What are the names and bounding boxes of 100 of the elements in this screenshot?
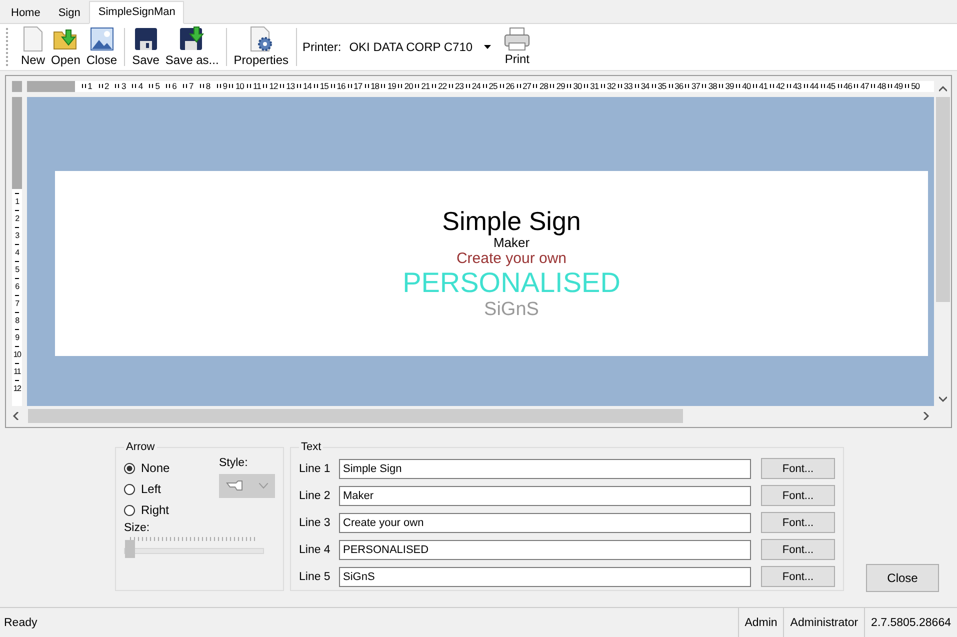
ruler-number: 50: [911, 81, 920, 92]
ruler-number: 11: [252, 81, 261, 92]
ruler-number: 46: [844, 81, 852, 92]
font-button[interactable]: Font...: [761, 458, 835, 480]
ruler-number: 49: [894, 81, 903, 92]
radio-option[interactable]: Left: [124, 482, 170, 496]
ruler-number: 14: [303, 81, 312, 92]
line-label: Line 5: [299, 570, 332, 583]
ruler-number: 21: [421, 81, 430, 92]
ruler-number: 20: [404, 81, 413, 92]
tab[interactable]: Sign: [49, 2, 90, 23]
ruler-number: 32: [607, 81, 616, 92]
ruler-number: 2: [104, 81, 109, 92]
toolbar-button[interactable]: Save as...: [162, 26, 222, 68]
radio-option[interactable]: None: [124, 461, 170, 476]
toolbar-button[interactable]: Open: [48, 26, 84, 68]
line-label: Line 1: [299, 462, 332, 475]
ruler-number: 8: [15, 316, 19, 325]
ruler-number: 10: [13, 350, 21, 359]
status-text: Administrator: [783, 608, 864, 637]
line-label: Line 4: [299, 544, 332, 556]
close-button[interactable]: Close: [866, 564, 939, 592]
toolbar-button[interactable]: Save: [129, 26, 162, 68]
floppy-arrow-icon: [178, 26, 206, 52]
style-label: Style:: [219, 457, 249, 470]
tab[interactable]: Home: [2, 2, 50, 23]
ruler-number: 27: [522, 81, 532, 92]
ruler-number: 30: [573, 81, 582, 92]
sign-text: Simple Sign: [442, 206, 581, 236]
status-text: 2.7.5805.28664: [864, 608, 957, 637]
chevron-down-icon: [258, 483, 268, 490]
ruler-number: 48: [877, 81, 886, 92]
ruler-number: 5: [155, 81, 160, 92]
ruler-number: 40: [742, 81, 751, 92]
toolbar-button[interactable]: Close: [83, 26, 120, 68]
ruler-number: 39: [725, 81, 734, 92]
ruler-corner: [12, 80, 22, 92]
line-input-field[interactable]: SiGnS: [339, 566, 751, 587]
ruler-number: 26: [506, 81, 514, 92]
toolbar-button[interactable]: Properties: [230, 26, 292, 68]
ruler-number: 7: [189, 81, 194, 92]
ruler-number: 11: [14, 366, 20, 376]
line-input-field[interactable]: Maker: [339, 486, 751, 506]
font-button[interactable]: Font...: [761, 566, 835, 588]
ruler-number: 6: [15, 282, 19, 291]
toolbar-button[interactable]: New: [18, 26, 48, 68]
ruler-number: 12: [269, 81, 278, 92]
print-button[interactable]: Print: [501, 27, 534, 66]
line-label: Line 2: [299, 490, 332, 502]
ruler-number: 4: [138, 81, 143, 92]
ruler-number: 24: [472, 81, 480, 92]
ruler-number: 23: [455, 81, 464, 92]
printer-icon: [504, 27, 530, 52]
page-gear-icon: [248, 26, 274, 52]
ruler-number: 34: [640, 81, 650, 92]
scroll-left-icon[interactable]: [12, 412, 20, 420]
sign-text: SiGnS: [484, 298, 539, 320]
ruler-margin: [27, 80, 75, 92]
group-title: Text: [300, 441, 322, 454]
scroll-right-icon[interactable]: [922, 412, 930, 420]
ruler-number: 18: [370, 81, 380, 92]
ruler-number: 41: [759, 81, 768, 92]
ruler-number: 36: [674, 81, 684, 92]
sign-text: Maker: [493, 236, 530, 250]
font-button[interactable]: Font...: [761, 485, 835, 506]
ruler-number: 1: [88, 81, 92, 92]
ruler-number: 8: [206, 81, 210, 92]
ruler-number: 10: [235, 81, 244, 92]
ruler-number: 3: [121, 81, 126, 92]
ruler-number: 38: [708, 81, 717, 92]
ruler-number: 29: [556, 81, 565, 92]
ruler-number: 2: [15, 214, 19, 223]
line-input-field[interactable]: Simple Sign: [339, 458, 751, 479]
radio-option[interactable]: Right: [124, 503, 170, 518]
printer-label: Printer:: [302, 40, 342, 54]
sign-text: Create your own: [456, 250, 567, 268]
size-label: Size:: [124, 522, 151, 534]
line-input-field[interactable]: PERSONALISED: [339, 540, 751, 560]
ruler-number: 15: [320, 81, 328, 92]
ruler-number: 31: [590, 81, 599, 92]
font-button[interactable]: Font...: [761, 512, 835, 534]
ruler-number: 44: [810, 81, 818, 92]
ruler-number: 19: [387, 81, 396, 92]
font-button[interactable]: Font...: [761, 539, 835, 560]
line-label: Line 3: [299, 516, 332, 529]
sign-text: PERSONALISED: [402, 267, 620, 299]
ruler-number: 12: [13, 384, 21, 393]
scroll-up-icon[interactable]: [938, 84, 946, 93]
page-icon: [21, 26, 45, 52]
ruler-number: 42: [776, 81, 784, 92]
ruler-number: 6: [172, 81, 176, 92]
ruler-number: 16: [336, 81, 346, 92]
scroll-down-icon[interactable]: [938, 395, 946, 404]
ruler-number: 22: [438, 81, 447, 92]
status-text: Admin: [738, 608, 784, 637]
ruler-number: 33: [624, 81, 632, 92]
ruler-number: 1: [15, 196, 19, 206]
line-input-field[interactable]: Create your own: [339, 512, 751, 533]
status-text: Ready: [3, 616, 38, 631]
tab[interactable]: SimpleSignMan: [89, 0, 184, 24]
